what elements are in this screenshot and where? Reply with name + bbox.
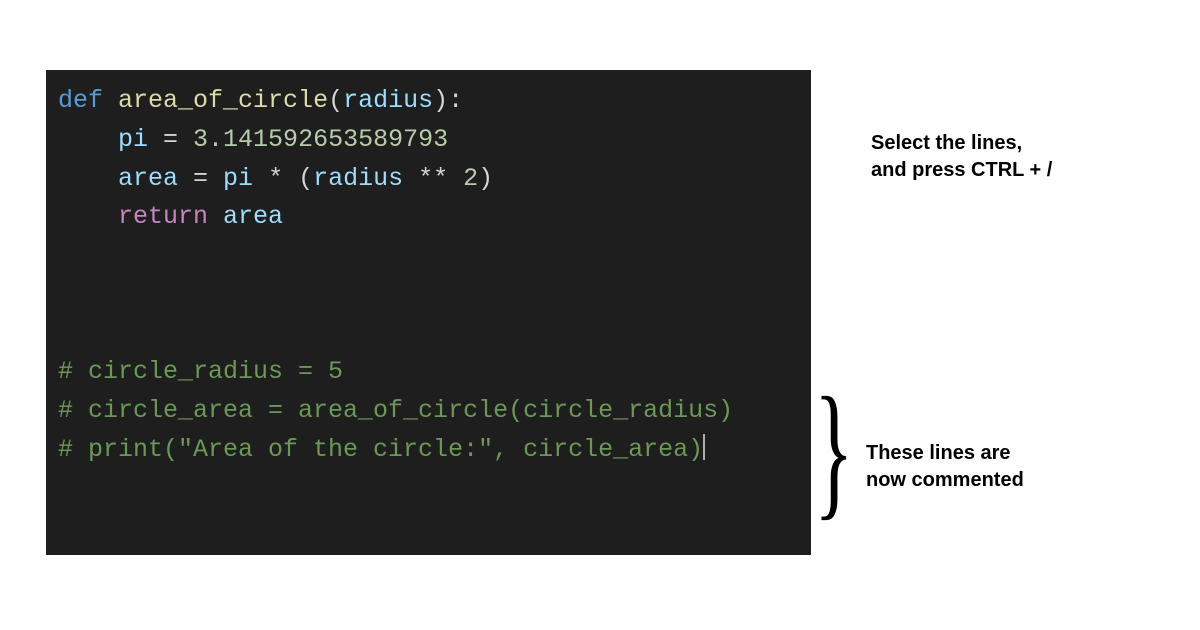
annotation-bottom: These lines are now commented: [866, 440, 1024, 494]
function-name: area_of_circle: [118, 86, 328, 115]
annotation-panel: Select the lines, and press CTRL + / } T…: [811, 70, 1191, 555]
code-line-3: area = pi * (radius ** 2): [58, 160, 811, 199]
comment-line-2: # circle_area = area_of_circle(circle_ra…: [58, 392, 811, 431]
comment-line-1: # circle_radius = 5: [58, 353, 811, 392]
diagram-container: def area_of_circle(radius): pi = 3.14159…: [46, 70, 1191, 555]
annotation-top-line1: Select the lines,: [871, 130, 1052, 157]
code-line-1: def area_of_circle(radius):: [58, 82, 811, 121]
text-cursor: [703, 434, 705, 460]
param-radius: radius: [343, 86, 433, 115]
blank-line-3: [58, 315, 811, 354]
blank-line-1: [58, 237, 811, 276]
curly-brace-icon: }: [814, 375, 854, 525]
blank-line-2: [58, 276, 811, 315]
code-line-2: pi = 3.141592653589793: [58, 121, 811, 160]
keyword-def: def: [58, 86, 103, 115]
annotation-top-line2: and press CTRL + /: [871, 157, 1052, 184]
annotation-bottom-line1: These lines are: [866, 440, 1024, 467]
annotation-top: Select the lines, and press CTRL + /: [871, 130, 1052, 184]
comment-line-3: # print("Area of the circle:", circle_ar…: [58, 431, 811, 470]
code-line-4: return area: [58, 198, 811, 237]
code-editor: def area_of_circle(radius): pi = 3.14159…: [46, 70, 811, 555]
annotation-bottom-line2: now commented: [866, 467, 1024, 494]
